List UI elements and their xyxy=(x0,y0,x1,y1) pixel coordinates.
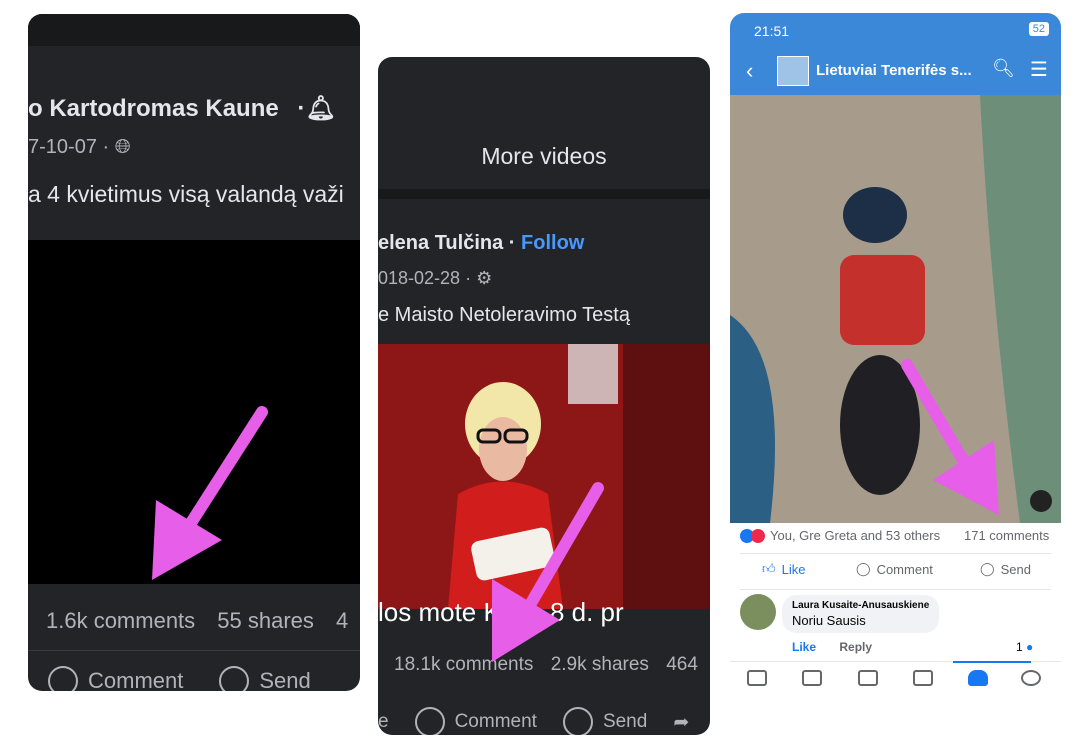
comment-icon xyxy=(414,707,445,735)
love-reaction-icon xyxy=(751,528,765,543)
video-icon[interactable] xyxy=(802,670,822,686)
divider xyxy=(740,553,1051,554)
video-frame xyxy=(378,344,710,609)
active-tab-indicator xyxy=(953,661,1031,663)
group-thumbnail[interactable] xyxy=(777,56,809,86)
action-bar: Comment Send xyxy=(48,666,311,691)
post-date-row: 018-02-28 · ⚙︎ xyxy=(378,268,492,289)
comment-button[interactable]: Comment xyxy=(414,707,537,735)
post-date: 018-02-28 · xyxy=(378,268,472,288)
comments-count[interactable]: 1.6k comments xyxy=(46,608,195,633)
comment-like-button[interactable]: Like xyxy=(792,640,816,654)
like-label: Like xyxy=(781,561,806,577)
battery-indicator: 52 xyxy=(1028,22,1049,36)
comment-label: Comment xyxy=(876,561,933,577)
comments-count[interactable]: 171 comments xyxy=(964,528,1049,543)
follow-button[interactable]: Follow xyxy=(521,232,584,254)
marketplace-icon[interactable] xyxy=(913,670,933,686)
author-name[interactable]: elena Tulčina xyxy=(378,232,503,254)
clock: 21:51 xyxy=(754,23,790,39)
home-icon[interactable] xyxy=(747,670,767,686)
shares-count[interactable]: 2.9k shares xyxy=(551,654,649,675)
video-player[interactable] xyxy=(378,344,710,609)
bottom-tab-bar xyxy=(730,661,1061,693)
engagement-stats: 18.1k comments 2.9k shares 464 xyxy=(394,654,698,676)
post-date-row: 7-10-07 · 🌐︎ xyxy=(28,136,131,159)
page-name[interactable]: o Kartodromas Kaune xyxy=(28,95,279,122)
author-row: elena Tulčina · Follow xyxy=(378,232,585,254)
engagement-stats: 1.6k comments 55 shares 4 xyxy=(46,608,348,634)
top-bar xyxy=(28,14,360,46)
gear-icon: ⚙︎ xyxy=(476,268,493,288)
divider xyxy=(740,589,1051,590)
messenger-icon xyxy=(219,666,250,691)
comment-button[interactable]: Comment xyxy=(48,666,183,691)
group-title[interactable]: Lietuviai Tenerifės s... xyxy=(816,62,972,79)
comments-count[interactable]: 18.1k comments xyxy=(394,654,533,675)
comment-label: Comment xyxy=(88,668,184,691)
video-caption: los mote Kovo 8 d. pr xyxy=(378,597,624,627)
comment-icon: ◯ xyxy=(856,561,871,576)
panel-video-post-1: o Kartodromas Kaune ·🔔︎ 7-10-07 · 🌐︎ a 4… xyxy=(28,14,360,691)
video-player[interactable] xyxy=(730,95,1061,523)
views-count: 464 xyxy=(666,654,698,675)
post-text: e Maisto Netoleravimo Testą xyxy=(378,304,630,326)
commenter-name[interactable]: Laura Kusaite-Anusauskiene xyxy=(792,600,929,611)
comment-label: Comment xyxy=(454,711,537,732)
comment-reply-button[interactable]: Reply xyxy=(839,640,872,654)
messenger-icon: ◯ xyxy=(980,561,995,576)
commenter-avatar[interactable] xyxy=(740,594,776,630)
video-frame xyxy=(730,95,1061,523)
back-icon[interactable]: ‹ xyxy=(746,58,753,84)
send-label: Send xyxy=(1000,561,1031,577)
menu-icon[interactable]: ☰ xyxy=(1030,57,1048,82)
group-header: ‹ Lietuviai Tenerifės s... 🔍︎ ☰ xyxy=(730,47,1061,95)
action-fragment: e xyxy=(378,711,389,732)
page-name-row[interactable]: o Kartodromas Kaune ·🔔︎ xyxy=(28,94,336,123)
section-separator xyxy=(378,189,710,199)
comment-icon xyxy=(48,666,78,691)
video-player[interactable] xyxy=(28,240,360,584)
action-bar: e Comment Send ➦ xyxy=(378,707,689,735)
like-button[interactable]: 👍︎ Like xyxy=(762,561,805,577)
comment-actions: Like Reply xyxy=(792,640,872,654)
send-label: Send xyxy=(602,711,648,732)
comment-like-count: 1 ● xyxy=(1016,640,1033,654)
profile-icon[interactable] xyxy=(1021,670,1041,686)
search-icon[interactable]: 🔍︎ xyxy=(992,58,1015,79)
reactions-text[interactable]: You, Gre Greta and 53 others xyxy=(770,528,940,543)
post-date: 7-10-07 · xyxy=(28,136,110,158)
comment-button[interactable]: ◯ Comment xyxy=(856,561,933,577)
reactions-row[interactable]: You, Gre Greta and 53 others 171 comment… xyxy=(740,528,1049,543)
status-bar: 21:51 52 xyxy=(730,13,1061,47)
comment-text: Noriu Sausis xyxy=(792,613,866,628)
post-text: a 4 kvietimus visą valandą važi xyxy=(28,181,344,207)
panel-mobile-group-video: 21:51 52 ‹ Lietuviai Tenerifės s... 🔍︎ ☰… xyxy=(730,13,1061,693)
send-button[interactable]: ◯ Send xyxy=(980,561,1031,577)
groups-icon[interactable] xyxy=(858,670,878,686)
send-button[interactable]: Send xyxy=(219,666,311,691)
comment-like-count-value: 1 xyxy=(1016,640,1023,654)
globe-icon: 🌐︎ xyxy=(114,136,131,158)
thumbs-up-icon: 👍︎ xyxy=(762,561,776,576)
shares-count[interactable]: 55 shares xyxy=(217,608,314,633)
bell-icon[interactable]: ·🔔︎ xyxy=(297,95,335,122)
send-label: Send xyxy=(259,668,311,691)
messenger-icon xyxy=(562,707,593,735)
panel-video-post-2: More videos elena Tulčina · Follow 018-0… xyxy=(378,57,710,735)
share-icon[interactable]: ➦ xyxy=(673,711,689,734)
comment-bubble[interactable]: Laura Kusaite-Anusauskiene Noriu Sausis xyxy=(782,595,940,633)
like-reaction-icon: ● xyxy=(1026,640,1034,654)
more-videos-heading[interactable]: More videos xyxy=(378,143,710,170)
stats-overflow-text: 4 xyxy=(336,608,349,633)
notifications-icon[interactable] xyxy=(968,670,988,686)
send-button[interactable]: Send xyxy=(562,707,648,735)
divider xyxy=(28,650,360,651)
